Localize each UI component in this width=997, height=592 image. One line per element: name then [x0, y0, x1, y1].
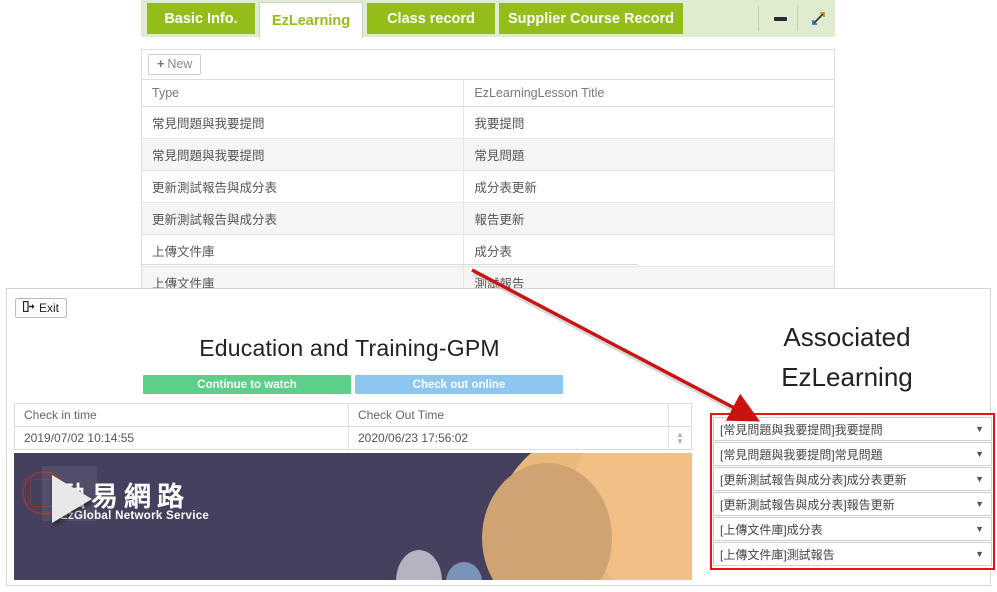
associated-dropdown-label: [更新測試報告與成分表]報告更新 — [720, 497, 895, 512]
attendance-row: 2019/07/02 10:14:55 2020/06/23 17:56:02 … — [15, 427, 691, 450]
check-out-time-value: 2020/06/23 17:56:02 — [349, 427, 669, 450]
cell-type: 常見問題與我要提問 — [142, 138, 465, 171]
chevron-down-icon[interactable]: ▼ — [975, 424, 984, 434]
cell-type: 更新測試報告與成分表 — [142, 170, 465, 203]
plus-icon: + — [157, 57, 165, 71]
tab-supplier-course-record[interactable]: Supplier Course Record — [499, 3, 683, 34]
table-row[interactable]: 上傳文件庫 成分表 — [142, 234, 834, 267]
cell-lesson-title: 報告更新 — [463, 202, 834, 235]
associated-dropdown-label: [常見問題與我要提問]我要提問 — [720, 422, 883, 437]
associated-dropdown-label: [上傳文件庫]測試報告 — [720, 547, 835, 562]
continue-to-watch-button[interactable]: Continue to watch — [143, 375, 351, 394]
table-row[interactable]: 更新測試報告與成分表 報告更新 — [142, 202, 834, 235]
player-action-buttons: Continue to watch Check out online — [143, 375, 563, 394]
cell-lesson-title: 成分表更新 — [463, 170, 834, 203]
exit-button[interactable]: Exit — [15, 298, 68, 319]
column-header-title: EzLearningLesson Title — [463, 80, 834, 107]
tab-basic-info[interactable]: Basic Info. — [147, 3, 255, 34]
associated-dropdown-item[interactable]: [常見問題與我要提問]常見問題 ▼ — [713, 442, 992, 466]
associated-ezlearning-list: [常見問題與我要提問]我要提問 ▼ [常見問題與我要提問]常見問題 ▼ [更新測試報告與… — [710, 413, 995, 570]
chevron-down-icon[interactable]: ▼ — [975, 449, 984, 459]
cell-lesson-title: 常見問題 — [463, 138, 834, 171]
minimize-icon[interactable] — [767, 6, 793, 31]
vertical-scrollbar[interactable]: ▲ ▼ — [669, 427, 691, 450]
associated-dropdown-item[interactable]: [上傳文件庫]成分表 ▼ — [713, 517, 992, 541]
table-row[interactable]: 常見問題與我要提問 我要提問 — [142, 106, 834, 139]
scroll-spacer — [669, 404, 691, 427]
cell-type: 更新測試報告與成分表 — [142, 202, 465, 235]
exit-button-label: Exit — [39, 301, 60, 315]
ezlearning-top-panel: Basic Info. EzLearning Class record Supp… — [0, 0, 997, 300]
column-header-check-out: Check Out Time — [349, 404, 669, 427]
cell-lesson-title: 成分表 — [463, 234, 834, 267]
decorative-shape-4 — [396, 550, 442, 580]
chevron-down-icon[interactable]: ▼ — [975, 499, 984, 509]
scroll-down-icon[interactable]: ▼ — [676, 438, 684, 446]
cell-type: 常見問題與我要提問 — [142, 106, 465, 139]
tab-class-record[interactable]: Class record — [367, 3, 495, 34]
associated-dropdown-item[interactable]: [上傳文件庫]測試報告 ▼ — [713, 542, 992, 566]
attendance-table: Check in time Check Out Time 2019/07/02 … — [14, 403, 692, 450]
check-in-time-value: 2019/07/02 10:14:55 — [15, 427, 349, 450]
lesson-table: Type EzLearningLesson Title 常見問題與我要提問 我要提… — [142, 80, 834, 299]
section-divider — [141, 264, 638, 265]
expand-icon[interactable] — [805, 6, 831, 31]
column-header-type: Type — [142, 80, 465, 107]
chevron-down-icon[interactable]: ▼ — [975, 524, 984, 534]
table-row[interactable]: 常見問題與我要提問 常見問題 — [142, 138, 834, 171]
chevron-down-icon[interactable]: ▼ — [975, 549, 984, 559]
associated-dropdown-label: [上傳文件庫]成分表 — [720, 522, 823, 537]
course-player-panel: Exit Education and Training-GPM Continue… — [6, 288, 995, 586]
tab-ezlearning[interactable]: EzLearning — [259, 2, 363, 38]
chevron-down-icon[interactable]: ▼ — [975, 474, 984, 484]
new-button-label: New — [167, 57, 193, 71]
cell-lesson-title: 我要提問 — [463, 106, 834, 139]
associated-dropdown-item[interactable]: [更新測試報告與成分表]報告更新 ▼ — [713, 492, 992, 516]
associated-title-line2: EzLearning — [781, 362, 913, 392]
decorative-shape-5 — [446, 562, 482, 580]
associated-dropdown-label: [更新測試報告與成分表]成分表更新 — [720, 472, 907, 487]
toolbar-divider-1 — [758, 6, 759, 31]
table-header-row: Type EzLearningLesson Title — [142, 80, 834, 107]
associated-dropdown-item[interactable]: [常見問題與我要提問]我要提問 ▼ — [713, 417, 992, 441]
video-player[interactable]: 融易網路 EzGlobal Network Service — [14, 453, 692, 580]
ezlearning-lesson-box: + New Type EzLearningLesson Title 常見問題與我… — [141, 49, 835, 300]
attendance-header-row: Check in time Check Out Time — [15, 404, 691, 427]
associated-title-line1: Associated — [783, 322, 911, 352]
column-header-check-in: Check in time — [15, 404, 349, 427]
check-out-online-button[interactable]: Check out online — [355, 375, 563, 394]
course-title: Education and Training-GPM — [199, 335, 500, 361]
tab-bar: Basic Info. EzLearning Class record Supp… — [141, 0, 835, 38]
lesson-toolbar: + New — [142, 50, 834, 80]
exit-icon — [22, 300, 35, 315]
associated-ezlearning-title: Associated EzLearning — [702, 317, 992, 397]
new-button[interactable]: + New — [148, 54, 202, 75]
cell-type: 上傳文件庫 — [142, 234, 465, 267]
associated-dropdown-label: [常見問題與我要提問]常見問題 — [720, 447, 883, 462]
associated-dropdown-item[interactable]: [更新測試報告與成分表]成分表更新 ▼ — [713, 467, 992, 491]
table-row[interactable]: 更新測試報告與成分表 成分表更新 — [142, 170, 834, 203]
play-icon[interactable] — [52, 475, 92, 523]
toolbar-divider-2 — [797, 6, 798, 31]
